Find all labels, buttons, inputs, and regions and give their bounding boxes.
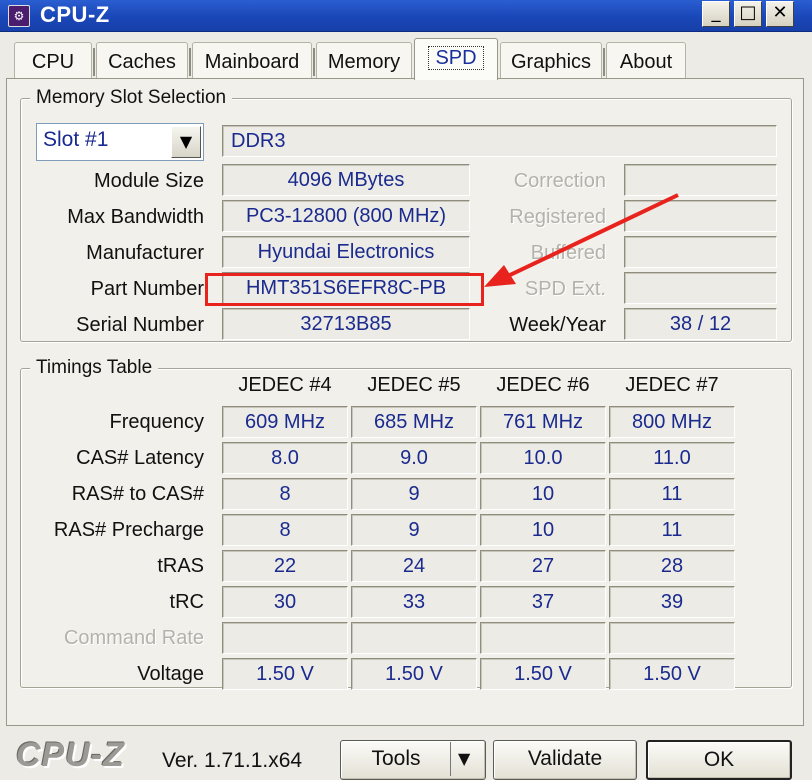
week-year-field: 38 / 12 bbox=[624, 308, 777, 340]
timings-row-label: Command Rate bbox=[63, 627, 204, 649]
timings-cell: 609 MHz bbox=[222, 406, 348, 438]
timings-row-label: tRC bbox=[169, 591, 204, 613]
timings-row-label: CAS# Latency bbox=[76, 447, 204, 469]
timings-cell bbox=[222, 622, 348, 654]
timings-cell: 1.50 V bbox=[351, 658, 477, 690]
timings-cell: 28 bbox=[609, 550, 735, 582]
ok-button[interactable]: OK bbox=[646, 740, 792, 780]
timings-cell: 9 bbox=[351, 514, 477, 546]
memory-type-field: DDR3 bbox=[222, 125, 777, 157]
annotation-arrow-icon bbox=[484, 193, 679, 287]
timings-cell: 24 bbox=[351, 550, 477, 582]
serial-number-label: Serial Number bbox=[76, 314, 204, 336]
slot-select[interactable]: Slot #1 ▼ bbox=[36, 123, 204, 161]
week-year-label: Week/Year bbox=[509, 314, 606, 336]
memory-slot-group-title: Memory Slot Selection bbox=[30, 87, 233, 109]
cpuz-logo: CPU-Z bbox=[16, 736, 125, 774]
max-bandwidth-label: Max Bandwidth bbox=[67, 206, 204, 228]
timings-cell: 33 bbox=[351, 586, 477, 618]
timings-cell: 1.50 V bbox=[609, 658, 735, 690]
manufacturer-field: Hyundai Electronics bbox=[222, 236, 470, 268]
timings-cell: 8.0 bbox=[222, 442, 348, 474]
timings-cell: 761 MHz bbox=[480, 406, 606, 438]
timings-cell: 10 bbox=[480, 514, 606, 546]
timings-cell: 11 bbox=[609, 514, 735, 546]
timings-row-label: RAS# Precharge bbox=[53, 519, 204, 541]
module-size-label: Module Size bbox=[93, 170, 204, 192]
timings-column-header: JEDEC #5 bbox=[367, 374, 461, 396]
slot-select-value: Slot #1 bbox=[43, 128, 109, 151]
timings-cell: 10 bbox=[480, 478, 606, 510]
manufacturer-label: Manufacturer bbox=[86, 242, 204, 264]
timings-column-header: JEDEC #7 bbox=[625, 374, 719, 396]
timings-cell: 27 bbox=[480, 550, 606, 582]
timings-cell: 39 bbox=[609, 586, 735, 618]
timings-cell: 685 MHz bbox=[351, 406, 477, 438]
timings-cell: 30 bbox=[222, 586, 348, 618]
spd-content: Memory Slot Selection Slot #1 ▼ DDR3 Mod… bbox=[0, 0, 812, 780]
timings-cell: 11 bbox=[609, 478, 735, 510]
timings-row-label: Frequency bbox=[109, 411, 205, 433]
timings-cell: 8 bbox=[222, 514, 348, 546]
max-bandwidth-field: PC3-12800 (800 MHz) bbox=[222, 200, 470, 232]
timings-column-header: JEDEC #4 bbox=[238, 374, 332, 396]
timings-row-label: RAS# to CAS# bbox=[71, 483, 204, 505]
timings-column-header: JEDEC #6 bbox=[496, 374, 590, 396]
timings-cell: 10.0 bbox=[480, 442, 606, 474]
timings-cell bbox=[609, 622, 735, 654]
tools-button-divider bbox=[450, 742, 451, 776]
timings-cell: 22 bbox=[222, 550, 348, 582]
timings-cell: 37 bbox=[480, 586, 606, 618]
timings-cell bbox=[480, 622, 606, 654]
part-number-highlight bbox=[205, 273, 484, 306]
part-number-label: Part Number bbox=[90, 278, 204, 300]
timings-cell: 1.50 V bbox=[222, 658, 348, 690]
timings-cell: 11.0 bbox=[609, 442, 735, 474]
version-label: Ver. 1.71.1.x64 bbox=[162, 749, 303, 772]
timings-row-label: Voltage bbox=[137, 663, 204, 685]
serial-number-field: 32713B85 bbox=[222, 308, 470, 340]
chevron-down-icon[interactable]: ▼ bbox=[458, 742, 470, 776]
chevron-down-icon[interactable]: ▼ bbox=[171, 126, 201, 158]
timings-cell: 9 bbox=[351, 478, 477, 510]
module-size-field: 4096 MBytes bbox=[222, 164, 470, 196]
timings-cell: 800 MHz bbox=[609, 406, 735, 438]
tools-button-label: Tools bbox=[371, 747, 421, 770]
validate-button[interactable]: Validate bbox=[493, 740, 637, 780]
timings-cell: 8 bbox=[222, 478, 348, 510]
timings-row-label: tRAS bbox=[157, 555, 204, 577]
timings-cell: 1.50 V bbox=[480, 658, 606, 690]
timings-cell: 9.0 bbox=[351, 442, 477, 474]
timings-table-group-title: Timings Table bbox=[30, 357, 159, 379]
timings-cell bbox=[351, 622, 477, 654]
